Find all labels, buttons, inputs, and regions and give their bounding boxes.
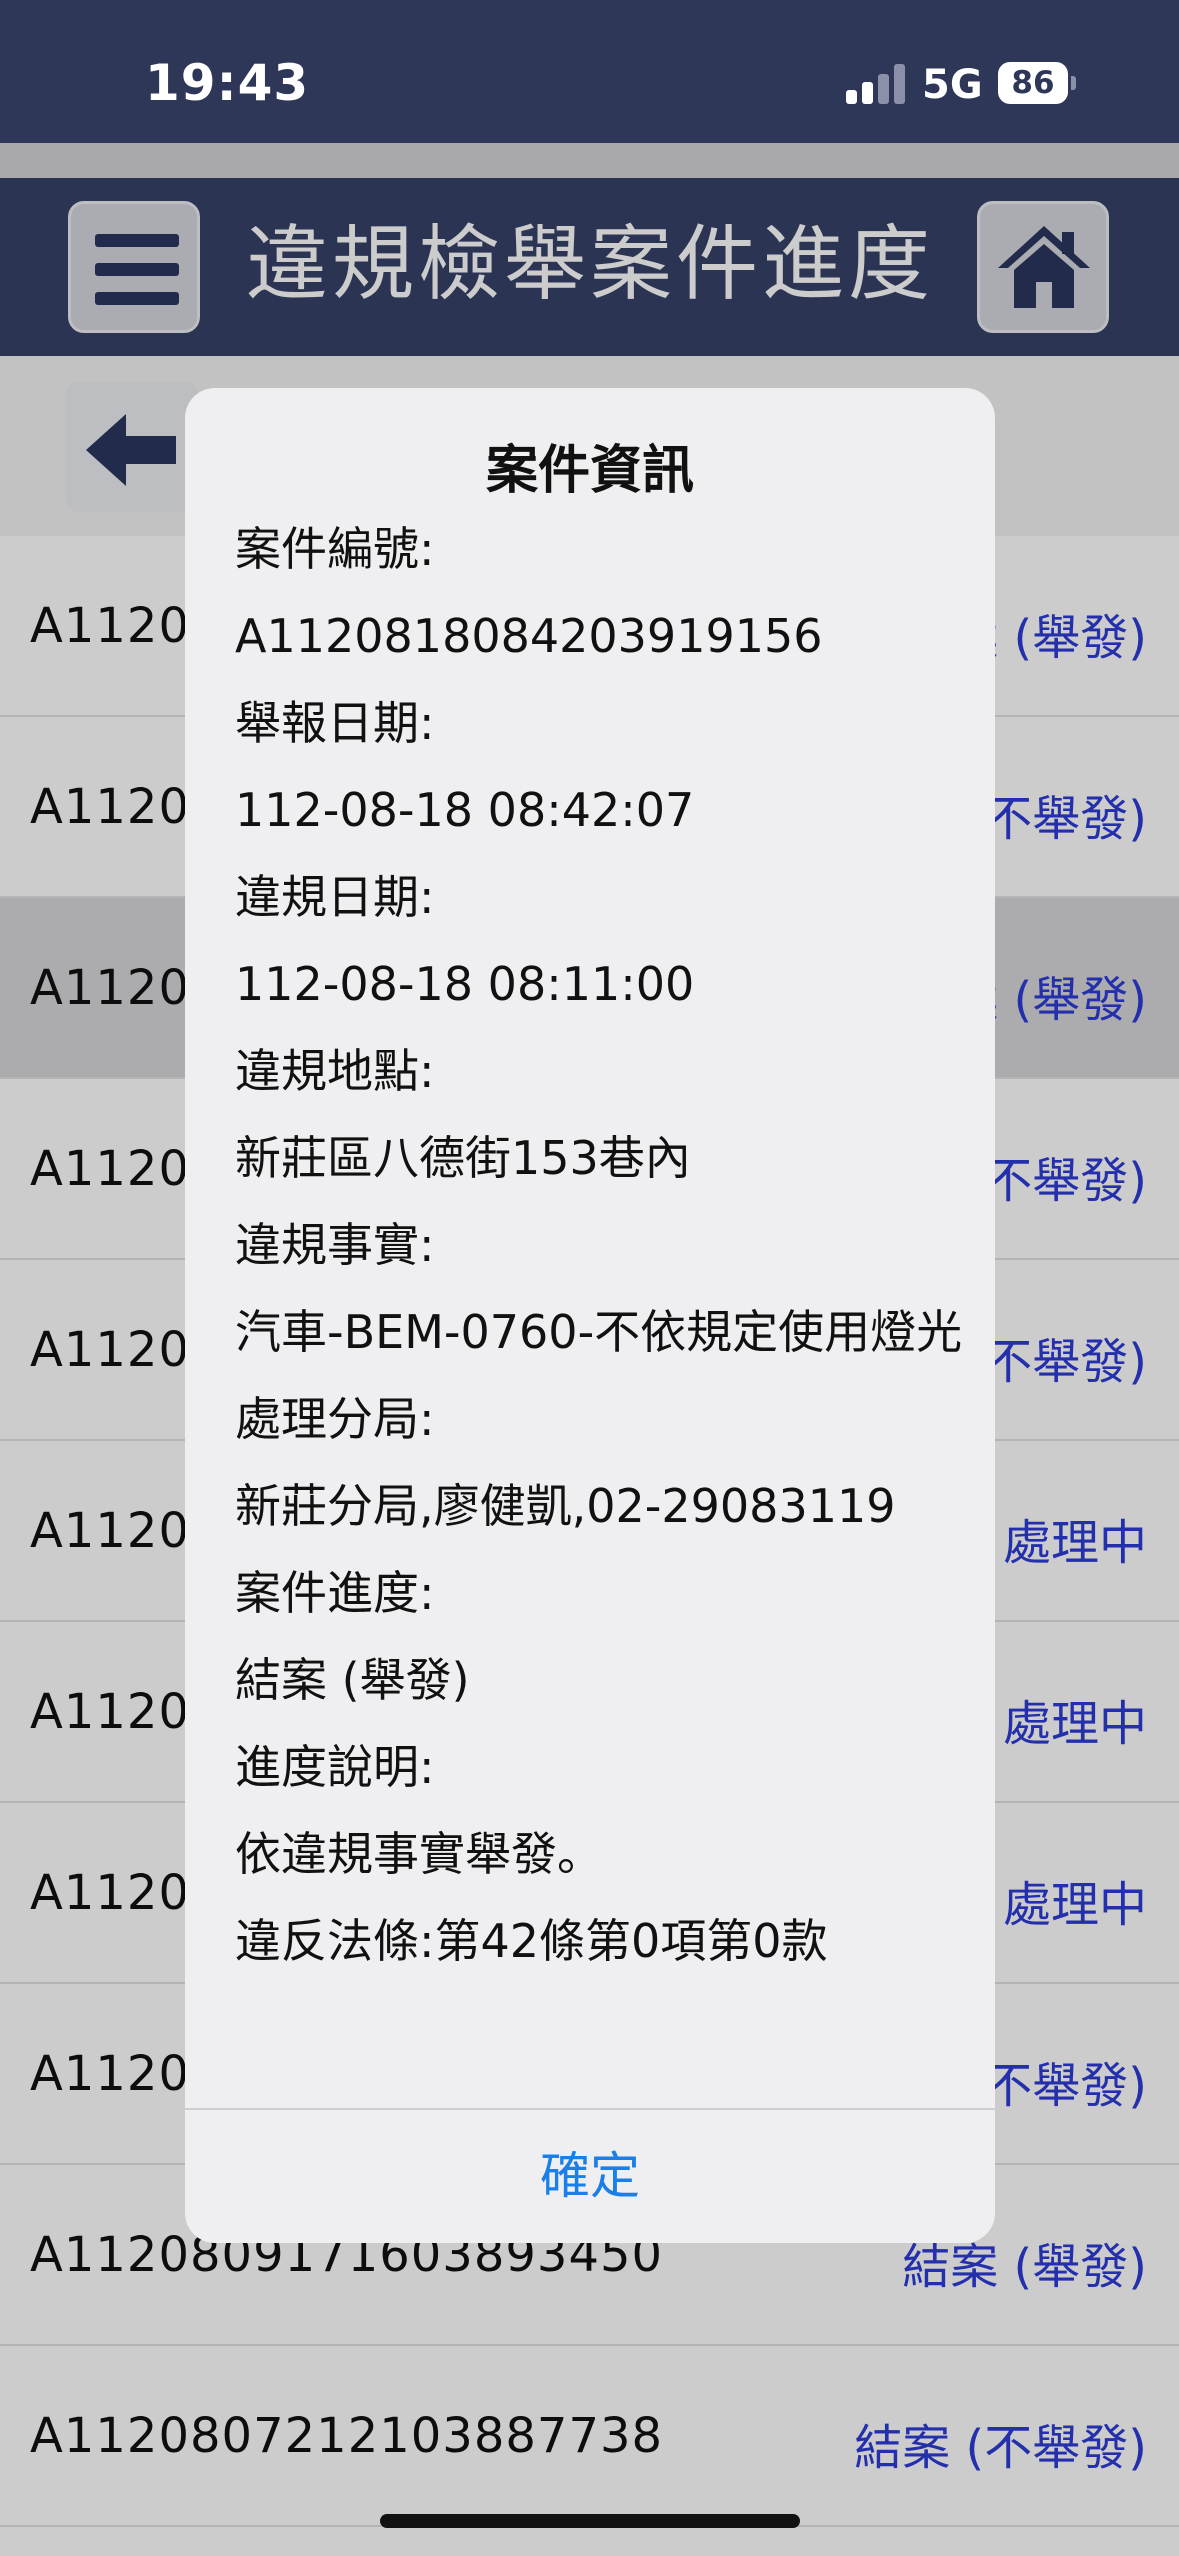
location-value: 新莊區八德街153巷內 xyxy=(235,1131,691,1185)
signal-icon xyxy=(846,64,906,104)
law-article: 違反法條:第42條第0項第0款 xyxy=(235,1914,828,1968)
progress-desc-label: 進度說明: xyxy=(235,1740,435,1794)
location-label: 違規地點: xyxy=(235,1044,435,1098)
dialog-body: 案件編號: A1120818084203919156 舉報日期: 112-08-… xyxy=(235,506,965,1985)
branch-label: 處理分局: xyxy=(235,1392,435,1446)
case-number-label: 案件編號: xyxy=(235,522,435,576)
case-number-value: A1120818084203919156 xyxy=(235,609,823,663)
status-bar: 19:43 5G 86 xyxy=(0,0,1179,143)
progress-label: 案件進度: xyxy=(235,1566,435,1620)
confirm-button[interactable]: 確定 xyxy=(185,2110,995,2243)
report-date-label: 舉報日期: xyxy=(235,696,435,750)
dialog-title: 案件資訊 xyxy=(485,441,694,501)
violation-date-value: 112-08-18 08:11:00 xyxy=(235,957,695,1011)
battery-tip xyxy=(1071,76,1076,90)
home-indicator xyxy=(380,2514,800,2528)
progress-desc-value: 依違規事實舉發。 xyxy=(235,1827,603,1881)
branch-value: 新莊分局,廖健凱,02-29083119 xyxy=(235,1479,896,1533)
battery-icon: 86 xyxy=(998,62,1068,104)
report-date-value: 112-08-18 08:42:07 xyxy=(235,783,695,837)
status-time: 19:43 xyxy=(145,54,310,112)
facts-label: 違規事實: xyxy=(235,1218,435,1272)
case-info-dialog: 案件資訊 案件編號: A1120818084203919156 舉報日期: 11… xyxy=(185,388,995,2243)
battery-level: 86 xyxy=(1011,65,1055,101)
progress-value: 結案 (舉發) xyxy=(235,1653,470,1707)
network-type: 5G xyxy=(922,62,983,108)
facts-value: 汽車-BEM-0760-不依規定使用燈光 xyxy=(235,1305,963,1359)
violation-date-label: 違規日期: xyxy=(235,870,435,924)
